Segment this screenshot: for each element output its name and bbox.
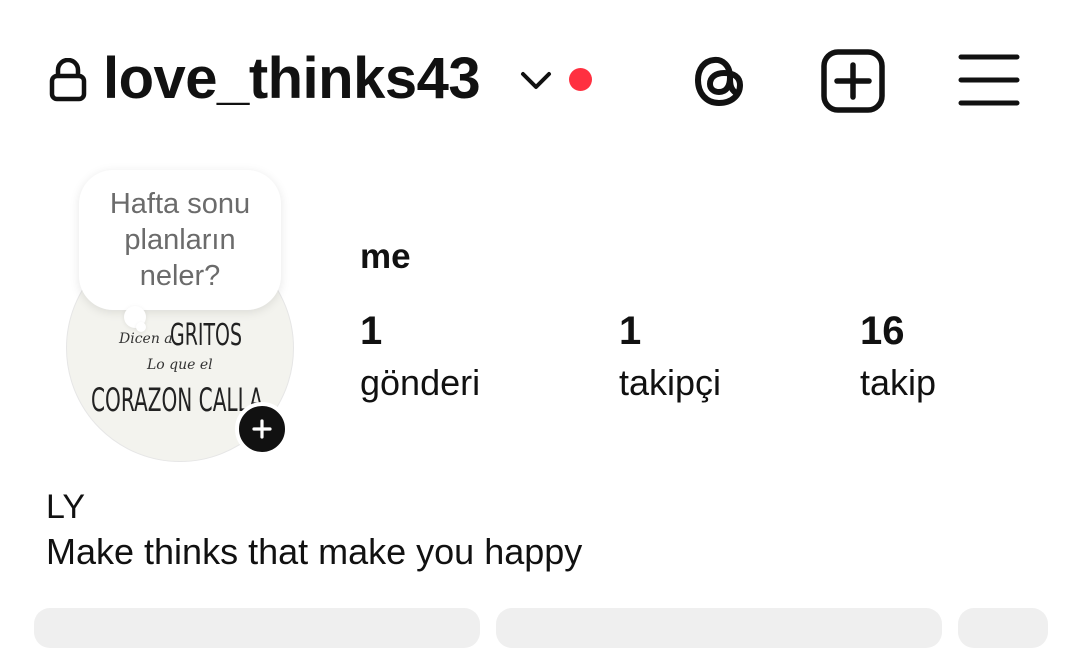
avatar-text-corazon: CORAZON CALLA	[91, 381, 263, 419]
avatar-text-small: Dicen a	[118, 331, 173, 347]
menu-icon[interactable]	[958, 52, 1020, 108]
create-icon[interactable]	[820, 48, 886, 114]
avatar-text-lo-que: Lo que el	[146, 357, 213, 373]
followers-label: takipçi	[619, 362, 722, 403]
stat-following[interactable]: 16 takip	[860, 306, 936, 406]
note-text: Hafta sonu planların neler?	[109, 188, 251, 292]
threads-icon[interactable]	[686, 47, 748, 113]
followers-count: 1	[619, 309, 642, 353]
display-name: me	[360, 237, 411, 276]
note-bubble[interactable]: Hafta sonu planların neler?	[79, 170, 281, 310]
stat-followers[interactable]: 1 takipçi	[619, 306, 721, 406]
following-count: 16	[860, 309, 905, 353]
discover-people-button[interactable]	[958, 608, 1048, 648]
notification-dot	[569, 68, 592, 91]
share-profile-button[interactable]	[496, 608, 942, 648]
following-label: takip	[860, 362, 937, 403]
stat-posts[interactable]: 1 gönderi	[360, 306, 480, 406]
edit-profile-button[interactable]	[34, 608, 480, 648]
add-story-icon[interactable]	[235, 402, 289, 456]
chevron-down-icon[interactable]	[519, 66, 553, 94]
note-bubble-tail-small	[136, 322, 146, 332]
avatar-text-gritos: GRITOS	[170, 318, 242, 353]
posts-count: 1	[360, 309, 383, 353]
bio-name: LY	[46, 488, 86, 526]
posts-label: gönderi	[360, 362, 481, 403]
account-username[interactable]: love_thinks43	[103, 44, 481, 114]
lock-icon	[48, 57, 88, 102]
bio-text: Make thinks that make you happy	[46, 531, 583, 572]
